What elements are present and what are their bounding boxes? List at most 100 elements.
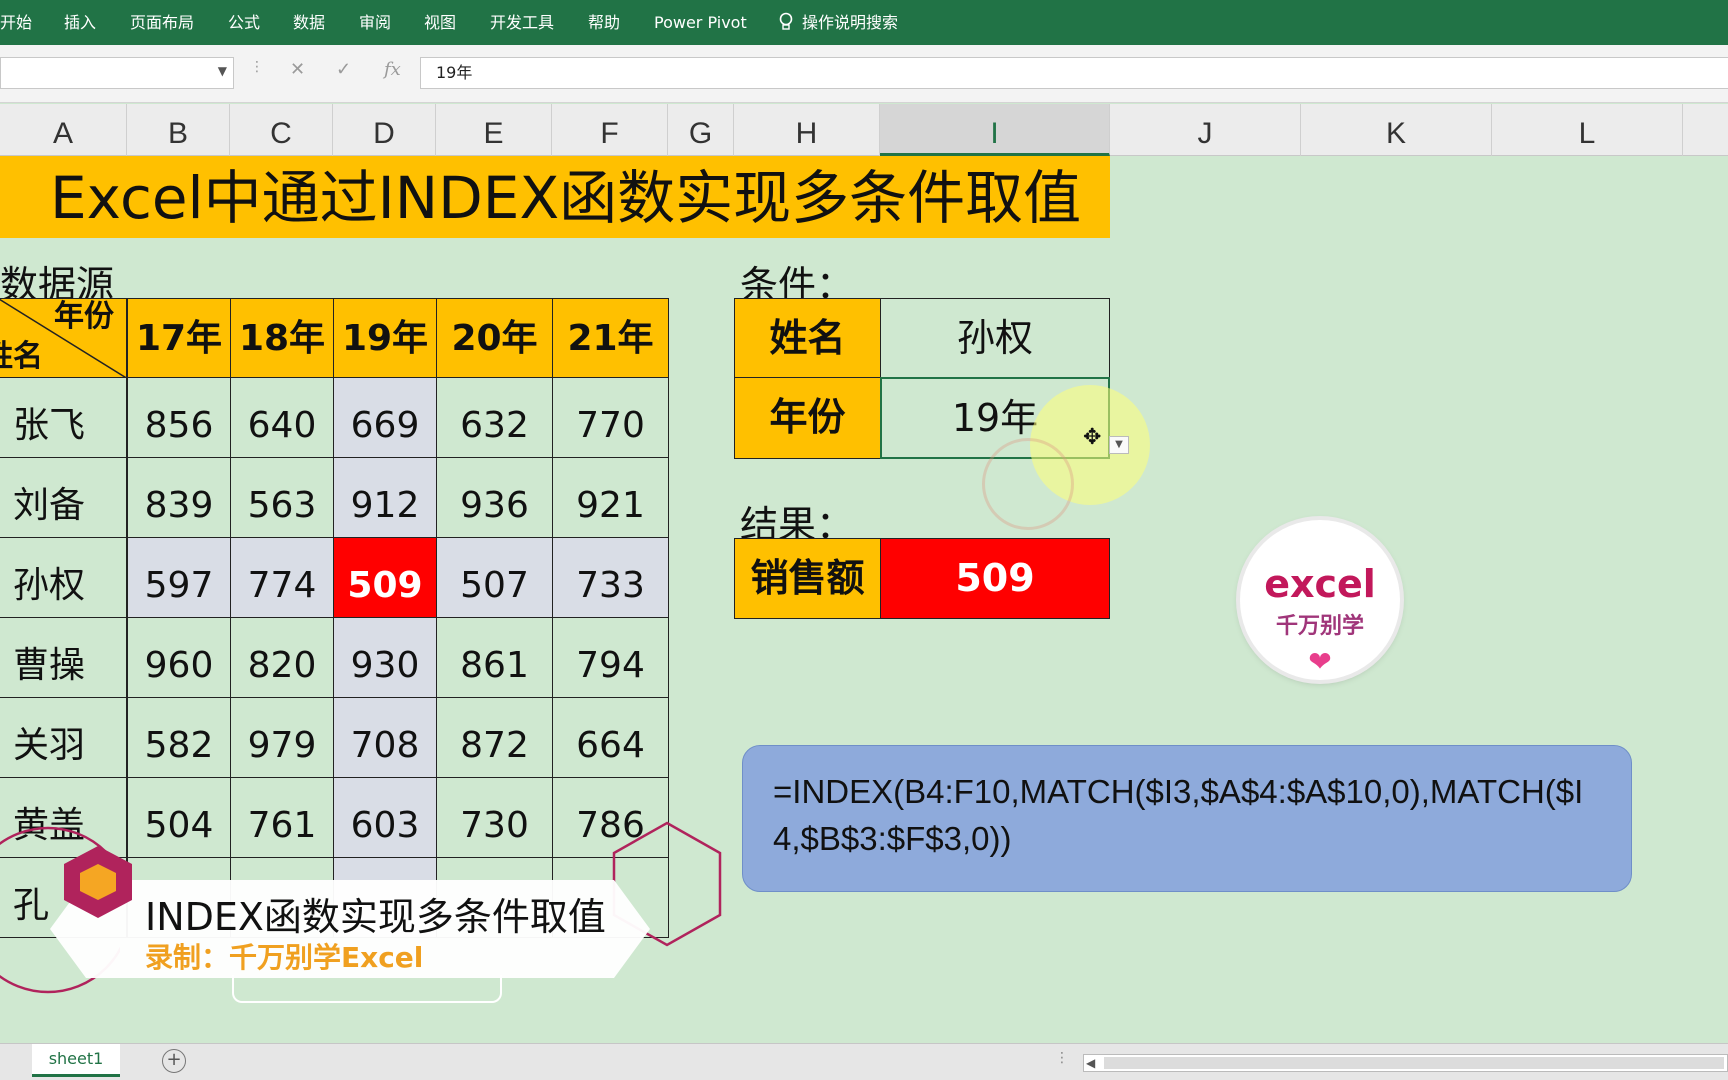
value-cell[interactable]: 912 [333,457,437,538]
tab-review[interactable]: 审阅 [359,0,391,45]
page-title: Excel中通过INDEX函数实现多条件取值 [50,164,1082,232]
year-header-17[interactable]: 17年 [127,298,231,378]
row-name-cell[interactable]: 孙权 [0,537,127,618]
row-name-cell[interactable]: 曹操 [0,617,127,698]
value-cell[interactable]: 603 [333,777,437,858]
year-header-18[interactable]: 18年 [230,298,334,378]
name-box[interactable]: ▼ [0,57,234,89]
value-cell[interactable]: 839 [127,457,231,538]
value-cell[interactable]: 640 [230,377,334,458]
value-cell[interactable]: 872 [436,697,553,778]
video-caption-banner: INDEX函数实现多条件取值 录制：千万别学Excel [50,880,650,978]
condition-name-label[interactable]: 姓名 [734,298,881,378]
formula-input[interactable]: 19年 [420,57,1728,89]
title-cell[interactable]: Excel中通过INDEX函数实现多条件取值 [0,156,1110,238]
column-header-i[interactable]: I [880,104,1110,156]
tab-splitter[interactable]: ⋮ [1055,1050,1069,1066]
year-header-19[interactable]: 19年 [333,298,437,378]
tab-formulas[interactable]: 公式 [228,0,260,45]
enter-icon[interactable]: ✓ [336,59,351,80]
sheet-tabs-bar: sheet1 + ⋮ ◀ [0,1043,1728,1080]
year-header-21[interactable]: 21年 [552,298,669,378]
value-cell[interactable]: 761 [230,777,334,858]
column-header-b[interactable]: B [127,104,230,156]
row-name-cell[interactable]: 张飞 [0,377,127,458]
tab-insert[interactable]: 插入 [64,0,96,45]
column-header-k[interactable]: K [1301,104,1492,156]
corner-year-label: 年份 [54,299,114,334]
value-cell[interactable]: 820 [230,617,334,698]
click-ripple [982,438,1074,530]
value-cell[interactable]: 582 [127,697,231,778]
corner-name-label: 姓名 [0,339,43,374]
column-header-h[interactable]: H [734,104,880,156]
lightbulb-icon [779,12,793,30]
value-cell[interactable]: 504 [127,777,231,858]
value-cell[interactable]: 921 [552,457,669,538]
value-cell[interactable]: 563 [230,457,334,538]
value-cell[interactable]: 669 [333,377,437,458]
value-cell[interactable]: 936 [436,457,553,538]
banner-subtitle: 录制：千万别学Excel [145,941,424,974]
tab-view[interactable]: 视图 [424,0,456,45]
value-cell[interactable]: 856 [127,377,231,458]
tab-page-layout[interactable]: 页面布局 [130,0,194,45]
tab-home[interactable]: 开始 [0,0,32,45]
add-sheet-icon[interactable]: + [162,1049,186,1073]
cancel-icon[interactable]: ✕ [290,59,305,80]
value-cell[interactable]: 664 [552,697,669,778]
scroll-left-icon[interactable]: ◀ [1086,1055,1095,1071]
tab-data[interactable]: 数据 [293,0,325,45]
formula-bar-splitter[interactable]: ⋮ [250,59,264,75]
tab-developer[interactable]: 开发工具 [490,0,554,45]
horizontal-scrollbar[interactable]: ◀ [1083,1054,1728,1072]
ribbon-tabs: 开始 插入 页面布局 公式 数据 审阅 视图 开发工具 帮助 Power Piv… [0,0,1728,45]
column-header-d[interactable]: D [333,104,436,156]
value-cell[interactable]: 597 [127,537,231,618]
column-header-f[interactable]: F [552,104,668,156]
result-sales-label[interactable]: 销售额 [734,538,881,619]
column-header-g[interactable]: G [668,104,734,156]
value-cell[interactable]: 861 [436,617,553,698]
value-cell[interactable]: 770 [552,377,669,458]
scrollbar-thumb[interactable] [1104,1057,1724,1069]
column-header-j[interactable]: J [1110,104,1301,156]
tell-me-search[interactable]: 操作说明搜索 [778,0,898,45]
banner-title: INDEX函数实现多条件取值 [145,895,606,939]
column-header-l[interactable]: L [1492,104,1683,156]
row-name-cell[interactable]: 关羽 [0,697,127,778]
year-header-20[interactable]: 20年 [436,298,553,378]
chevron-down-icon[interactable]: ▼ [218,64,227,78]
tab-power-pivot[interactable]: Power Pivot [654,0,747,45]
matched-value-cell[interactable]: 509 [333,537,437,618]
logo-sub-text: 千万别学 [1275,614,1364,639]
sheet-tab-sheet1[interactable]: sheet1 [32,1044,120,1077]
cell-cursor-icon: ✥ [1083,425,1102,450]
corner-header-cell[interactable]: 年份 姓名 [0,298,127,378]
value-cell[interactable]: 507 [436,537,553,618]
dropdown-arrow-icon[interactable]: ▼ [1109,436,1129,454]
value-cell[interactable]: 733 [552,537,669,618]
tell-me-label: 操作说明搜索 [802,13,899,32]
condition-name-value[interactable]: 孙权 [880,298,1110,378]
column-header-a[interactable]: A [0,104,127,156]
value-cell[interactable]: 794 [552,617,669,698]
tab-help[interactable]: 帮助 [588,0,620,45]
insert-function-icon[interactable]: fx [384,59,401,80]
channel-logo: excel 千万别学 ❤ [1240,520,1400,680]
column-header-c[interactable]: C [230,104,333,156]
value-cell[interactable]: 960 [127,617,231,698]
result-sales-value[interactable]: 509 [880,538,1110,619]
condition-year-label[interactable]: 年份 [734,377,881,459]
value-cell[interactable]: 730 [436,777,553,858]
logo-main-text: excel [1264,562,1376,606]
value-cell[interactable]: 774 [230,537,334,618]
row-name-cell[interactable]: 刘备 [0,457,127,538]
formula-bar: ▼ ⋮ ✕ ✓ fx 19年 [0,45,1728,103]
value-cell[interactable]: 930 [333,617,437,698]
value-cell[interactable]: 979 [230,697,334,778]
value-cell[interactable]: 708 [333,697,437,778]
heart-icon: ❤ [1308,645,1332,678]
column-header-e[interactable]: E [436,104,552,156]
value-cell[interactable]: 632 [436,377,553,458]
